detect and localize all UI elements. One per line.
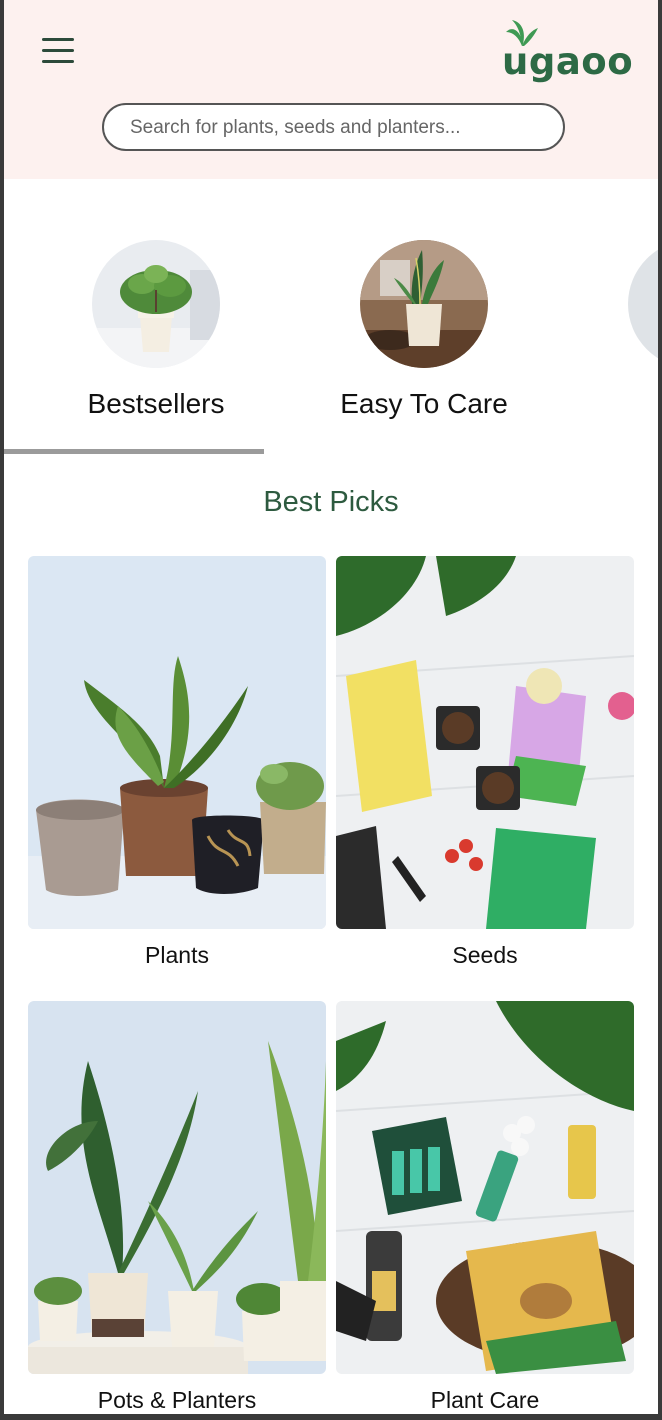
frame-bottom-border [0, 1414, 662, 1420]
bestsellers-image [92, 240, 220, 368]
category-label: Easy To Care [340, 388, 508, 419]
category-xl[interactable]: XL [562, 240, 658, 430]
xl-image [628, 240, 658, 368]
category-bestsellers[interactable]: Bestsellers [26, 240, 286, 430]
logo-text: ugaoo [502, 40, 634, 83]
category-label: Bestsellers [87, 388, 225, 419]
category-carousel[interactable]: Bestsellers Easy To Care [4, 225, 658, 430]
search-input[interactable] [128, 107, 552, 149]
hamburger-menu-icon[interactable] [42, 38, 78, 64]
search-box[interactable] [102, 103, 565, 151]
seeds-image [336, 556, 634, 929]
best-pick-plants[interactable]: Plants [28, 556, 326, 969]
best-pick-plant-care[interactable]: Plant Care [336, 1001, 634, 1414]
best-pick-pots-planters[interactable]: Pots & Planters [28, 1001, 326, 1414]
frame-left-border [0, 0, 4, 1420]
pots-planters-image [28, 1001, 326, 1374]
category-label: XL [562, 388, 658, 420]
plants-image [28, 556, 326, 929]
active-category-indicator [4, 449, 264, 454]
tile-label: Plants [145, 942, 209, 968]
tile-label: Plant Care [430, 1387, 540, 1413]
best-pick-seeds[interactable]: Seeds [336, 556, 634, 969]
site-header: ugaoo [4, 0, 658, 179]
easy-to-care-image [360, 240, 488, 368]
frame-right-border [658, 0, 662, 1420]
category-easy-to-care[interactable]: Easy To Care [294, 240, 554, 430]
tile-label: Seeds [452, 942, 518, 968]
plant-care-image [336, 1001, 634, 1374]
tile-label: Pots & Planters [97, 1387, 257, 1413]
section-title: Best Picks [263, 486, 399, 518]
ugaoo-logo[interactable]: ugaoo [498, 18, 633, 83]
